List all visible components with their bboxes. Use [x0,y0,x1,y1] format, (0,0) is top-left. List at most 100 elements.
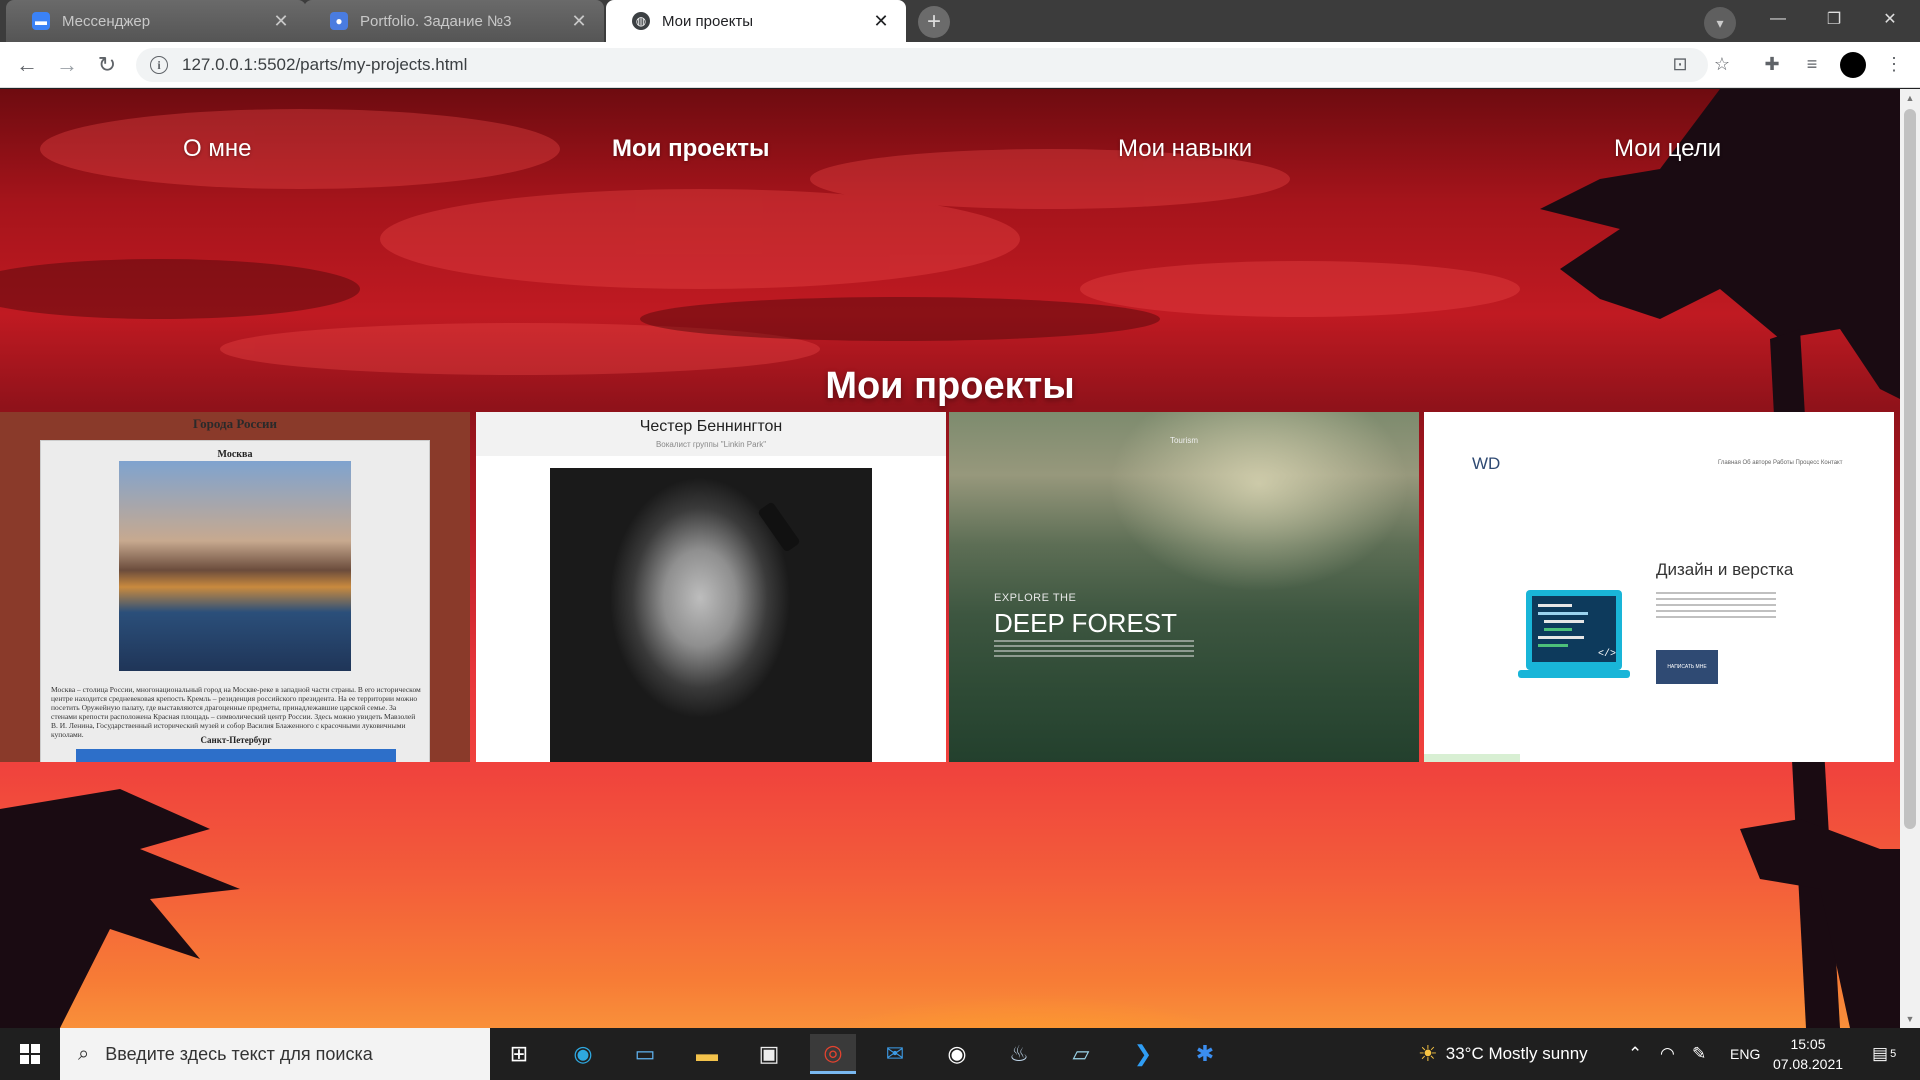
scrollbar-thumb[interactable] [1904,109,1916,829]
taskbar-search-box[interactable]: ⌕ Введите здесь текст для поиска [60,1028,490,1080]
project-card-deep-forest[interactable]: Tourism EXPLORE THE DEEP FOREST [949,412,1419,762]
tab-title: Portfolio. Задание №3 [360,12,512,30]
project-logo: WD [1472,454,1501,473]
clock-time: 15:05 [1790,1036,1826,1052]
page-scrollbar[interactable]: ▲ ▼ [1900,89,1920,1028]
message-icon: ▤ [1872,1044,1889,1063]
start-button[interactable] [0,1028,60,1080]
restore-button[interactable]: ❐ [1806,0,1862,38]
url-text: 127.0.0.1:5502/parts/my-projects.html [182,55,468,74]
steam-icon[interactable]: ♨ [996,1034,1042,1074]
nav-link-goals[interactable]: Мои цели [1614,135,1721,163]
windows-taskbar: ⌕ Введите здесь текст для поиска ⊞ ◉ ▭ ▬… [0,1028,1920,1080]
show-hidden-icons-icon[interactable]: ⌃ [1628,1028,1642,1080]
media-control-icon[interactable]: ≡ [1798,50,1826,78]
file-explorer-icon[interactable]: ▬ [684,1034,730,1074]
svg-text:</>: </> [1598,648,1616,660]
projects-gallery: Города России Москва Москва – столица Ро… [0,412,1894,762]
translate-icon[interactable]: ⊡ [1666,50,1694,78]
nav-link-projects[interactable]: Мои проекты [612,135,770,163]
project-subheader-2: Санкт-Петербург [200,735,272,745]
new-tab-button[interactable]: + [918,6,950,38]
pen-icon[interactable]: ✎ [1692,1028,1706,1080]
notifications-icon[interactable]: ▤ 5 [1872,1028,1896,1080]
bluetooth-app-icon[interactable]: ✱ [1182,1034,1228,1074]
section-title: Мои проекты [825,365,1075,407]
saint-petersburg-image [76,749,396,762]
network-icon[interactable]: ◠ [1660,1028,1675,1080]
obs-icon[interactable]: ◉ [934,1034,980,1074]
this-pc-icon[interactable]: ▭ [622,1034,668,1074]
tab-search-icon[interactable]: ▾ [1704,7,1736,39]
tab-title: Мои проекты [662,12,754,30]
edge-icon[interactable]: ◉ [560,1034,606,1074]
project-subheader: Вокалист группы "Linkin Park" [655,440,767,449]
close-icon[interactable]: ✕ [568,11,590,32]
store-icon[interactable]: ▣ [746,1034,792,1074]
globe-icon: ◍ [632,12,650,30]
extensions-icon[interactable]: ✚ [1758,50,1786,78]
nav-link-skills[interactable]: Мои навыки [1118,135,1252,163]
chrome-icon[interactable]: ◎ [810,1034,856,1074]
laptop-code-icon: </> [1518,590,1630,678]
browser-toolbar: ← → ↻ i 127.0.0.1:5502/parts/my-projects… [0,42,1920,88]
windows-logo-icon [20,1044,40,1064]
project-subheader: Москва [217,449,253,460]
browser-tab-strip: ▬ Мессенджер ✕ ● Portfolio. Задание №3 ✕… [0,0,1920,42]
project-header: Честер Беннингтон [639,418,783,435]
status-bar-strip [1424,754,1520,762]
notification-count: 5 [1890,1048,1897,1060]
page-viewport: О мне Мои проекты Мои навыки Мои цели Мо… [0,89,1920,1028]
project-kicker: EXPLORE THE [994,592,1077,604]
microphone-shape [757,501,801,553]
project-card-russian-cities[interactable]: Города России Москва Москва – столица Ро… [0,412,470,762]
scroll-down-icon[interactable]: ▼ [1900,1010,1920,1028]
weather-sunny-icon: ☀ [1418,1041,1438,1066]
menu-dots-icon[interactable]: ⋮ [1880,50,1908,78]
star-icon[interactable]: ☆ [1708,50,1736,78]
search-placeholder: Введите здесь текст для поиска [105,1043,373,1064]
close-window-button[interactable]: ✕ [1862,0,1918,38]
forward-icon[interactable]: → [52,50,82,80]
singer-photo [550,468,872,762]
scroll-up-icon[interactable]: ▲ [1900,89,1920,107]
project-header-bar: Честер Беннингтон Вокалист группы "Linki… [476,412,946,456]
info-icon[interactable]: i [150,56,168,74]
project-page-preview: Москва Москва – столица России, многонац… [40,440,430,762]
address-bar[interactable]: i 127.0.0.1:5502/parts/my-projects.html [136,48,1708,82]
vscode-icon[interactable]: ❯ [1120,1034,1166,1074]
project-card-chester-bennington[interactable]: Честер Беннингтон Вокалист группы "Linki… [476,412,946,762]
contact-me-button[interactable]: НАПИСАТЬ МНЕ [1656,650,1718,684]
tab-title: Мессенджер [62,12,151,30]
weather-widget[interactable]: ☀ 33°C Mostly sunny [1418,1028,1588,1080]
close-icon[interactable]: ✕ [270,11,292,32]
nav-link-about[interactable]: О мне [183,135,251,163]
taskbar-clock[interactable]: 15:05 07.08.2021 [1766,1034,1850,1074]
mail-icon[interactable]: ✉ [872,1034,918,1074]
browser-tab-portfolio[interactable]: ● Portfolio. Задание №3 ✕ [304,0,604,42]
notepad-icon[interactable]: ▱ [1058,1034,1104,1074]
task-view-icon[interactable]: ⊞ [496,1034,542,1074]
project-headline: DEEP FOREST [994,608,1178,638]
project-paragraph: Москва – столица России, многонациональн… [51,685,421,739]
messenger-icon: ▬ [32,12,50,30]
profile-avatar[interactable] [1840,52,1866,78]
classroom-icon: ● [330,12,348,30]
close-icon[interactable]: ✕ [870,11,892,32]
back-icon[interactable]: ← [12,50,42,80]
browser-tab-messenger[interactable]: ▬ Мессенджер ✕ [6,0,306,42]
weather-text: 33°C Mostly sunny [1445,1044,1588,1063]
browser-tab-my-projects[interactable]: ◍ Мои проекты ✕ [606,0,906,42]
minimize-button[interactable]: — [1750,0,1806,38]
project-card-web-design[interactable]: WD Главная Об авторе Работы Процесс Конт… [1424,412,1894,762]
lorem-text-lines [994,640,1194,658]
clock-date: 07.08.2021 [1772,1056,1844,1072]
language-indicator[interactable]: ENG [1730,1028,1760,1080]
project-header: Города России [193,416,277,431]
project-brand: Tourism [1169,436,1198,445]
lorem-text-lines [1656,592,1776,622]
moscow-kremlin-image [119,461,351,671]
project-heading: Дизайн и верстка [1656,560,1794,579]
reload-icon[interactable]: ↻ [92,50,122,80]
project-menu: Главная Об авторе Работы Процесс Контакт [1718,460,1843,466]
